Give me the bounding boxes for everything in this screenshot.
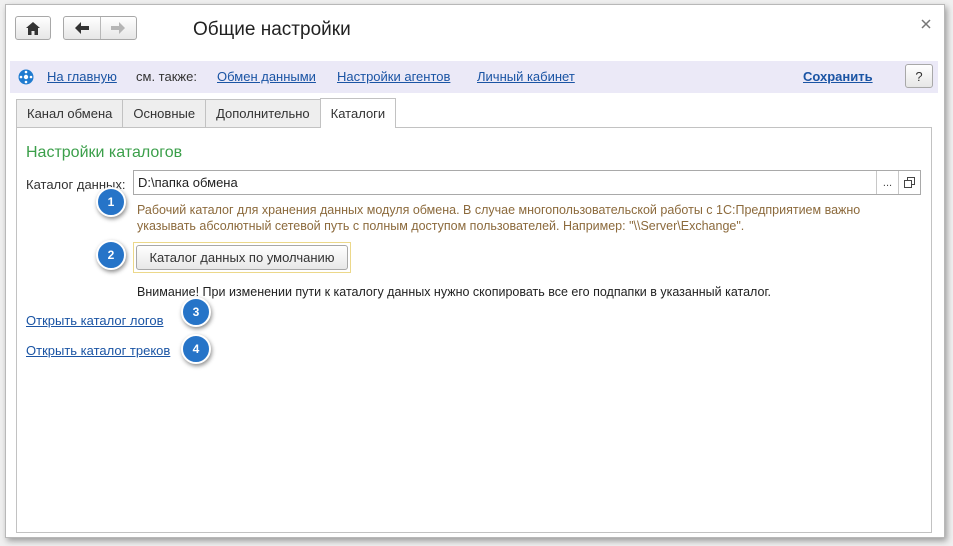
- tab-additional[interactable]: Дополнительно: [205, 99, 321, 127]
- link-data-exchange[interactable]: Обмен данными: [217, 69, 316, 84]
- choose-dir-button[interactable]: ...: [876, 171, 898, 194]
- see-also-label: см. также:: [136, 69, 197, 84]
- link-personal-account[interactable]: Личный кабинет: [477, 69, 575, 84]
- close-icon[interactable]: [918, 16, 934, 32]
- data-dir-input[interactable]: D:\папка обмена: [134, 171, 876, 194]
- navigation-buttons: [63, 16, 137, 40]
- home-button[interactable]: [15, 16, 51, 40]
- data-dir-hint: Рабочий каталог для хранения данных моду…: [137, 203, 861, 233]
- open-tracks-link[interactable]: Открыть каталог треков: [26, 343, 170, 358]
- callout-badge-3: 3: [181, 297, 211, 327]
- warning-text: Внимание! При изменении пути к каталогу …: [137, 285, 771, 299]
- arrow-right-icon: [111, 22, 126, 34]
- settings-window: Общие настройки На главную см. также: Об…: [5, 4, 945, 538]
- open-window-icon: [904, 177, 915, 188]
- home-icon: [26, 21, 40, 35]
- command-bar: На главную см. также: Обмен данными Наст…: [10, 61, 938, 93]
- default-button-focus: Каталог данных по умолчанию: [133, 242, 351, 273]
- arrow-left-icon: [74, 22, 89, 34]
- catalogs-panel: Настройки каталогов Каталог данных: D:\п…: [16, 127, 932, 533]
- default-dir-button[interactable]: Каталог данных по умолчанию: [136, 245, 348, 270]
- link-agent-settings[interactable]: Настройки агентов: [337, 69, 450, 84]
- tab-main[interactable]: Основные: [122, 99, 207, 127]
- callout-badge-2: 2: [96, 240, 126, 270]
- data-dir-field: D:\папка обмена ...: [133, 170, 921, 195]
- tab-exchange-channel[interactable]: Канал обмена: [16, 99, 124, 127]
- forward-button[interactable]: [100, 17, 136, 39]
- help-button[interactable]: ?: [905, 64, 933, 88]
- section-title: Настройки каталогов: [26, 144, 183, 161]
- window-title: Общие настройки: [193, 19, 351, 40]
- tab-catalogs[interactable]: Каталоги: [319, 98, 397, 128]
- save-link[interactable]: Сохранить: [803, 69, 873, 84]
- callout-badge-4: 4: [181, 334, 211, 364]
- globe-icon: [18, 69, 34, 85]
- home-link[interactable]: На главную: [47, 69, 117, 84]
- back-button[interactable]: [64, 17, 100, 39]
- tab-bar: Канал обмена Основные Дополнительно Ката…: [16, 98, 397, 128]
- title-bar: Общие настройки: [6, 5, 944, 57]
- callout-badge-1: 1: [96, 187, 126, 217]
- open-logs-link[interactable]: Открыть каталог логов: [26, 313, 164, 328]
- open-dir-button[interactable]: [898, 171, 920, 194]
